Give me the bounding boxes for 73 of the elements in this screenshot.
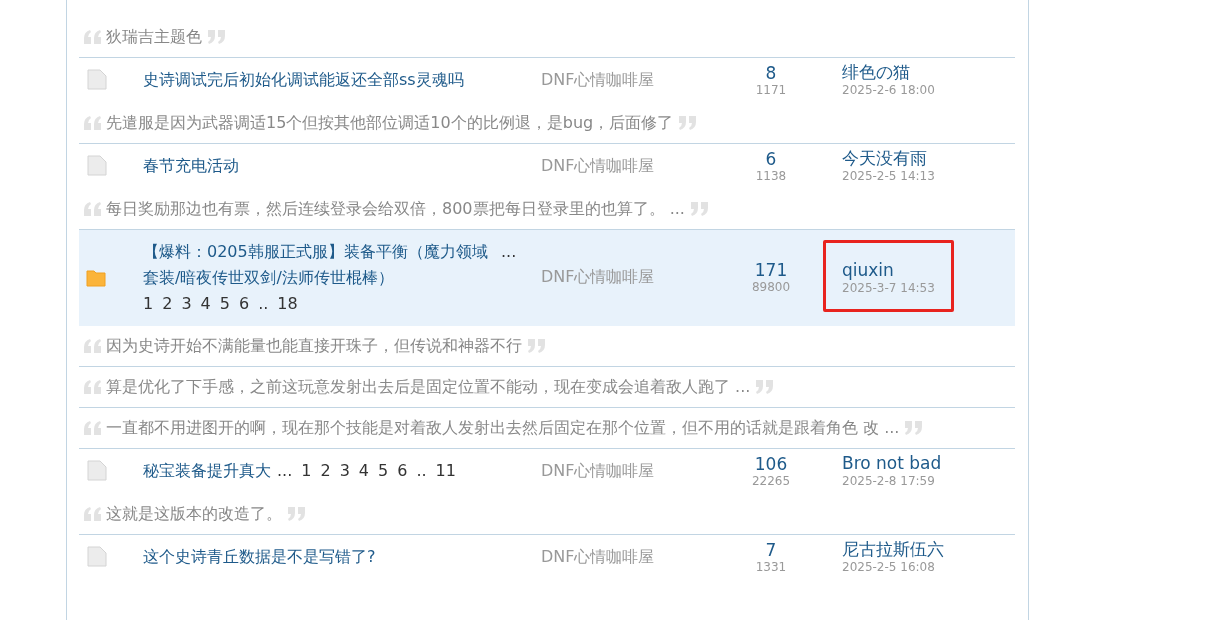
forum-name: DNF心情咖啡屋 [541, 546, 656, 568]
last-poster-link[interactable]: 尼古拉斯伍六 [842, 539, 944, 559]
document-icon [86, 460, 108, 482]
page-link[interactable]: 6 [397, 458, 408, 484]
quote-close-icon [688, 202, 709, 216]
forum-name: DNF心情咖啡屋 [541, 267, 656, 288]
last-post-time: 2025-2-6 18:00 [842, 82, 935, 98]
last-post-time: 2025-2-8 17:59 [842, 473, 936, 489]
quote-open-icon [83, 202, 103, 216]
reply-count: 106 [754, 454, 788, 474]
quote-open-icon [83, 380, 103, 394]
page-link[interactable]: 6 [238, 290, 250, 317]
quote-open-icon [83, 116, 103, 130]
page-link[interactable]: ... [277, 458, 293, 484]
reply-excerpt: 先遣服是因为武器调适15个但按其他部位调适10个的比例退，是bug，后面修了 [106, 112, 674, 134]
reply-excerpt: 算是优化了下手感，之前这玩意发射出去后是固定位置不能动，现在变成会追着敌人跑了 ... [106, 376, 751, 398]
page-link[interactable]: 3 [339, 458, 350, 484]
page-link[interactable]: 11 [435, 458, 456, 484]
reply-excerpt: 每日奖励那边也有票，然后连续登录会给双倍，800票把每日登录里的也算了。 ... [106, 198, 685, 220]
view-count: 1331 [755, 559, 787, 574]
page-link[interactable]: 5 [219, 290, 230, 317]
last-post-time: 2025-2-5 14:13 [842, 168, 935, 184]
reply-count: 6 [765, 149, 777, 169]
view-count: 1171 [755, 82, 787, 97]
page-link[interactable]: 4 [358, 458, 369, 484]
quote-open-icon [83, 30, 103, 44]
page-link[interactable]: 5 [378, 458, 389, 484]
thread-title-link[interactable]: 这个史诗青丘数据是不是写错了? [143, 544, 376, 570]
page-link[interactable]: .. [416, 458, 427, 484]
quote-close-icon [754, 380, 775, 394]
quote-open-icon [83, 421, 103, 435]
quote-close-icon [677, 116, 698, 130]
reply-excerpt: 这就是这版本的改造了。 [106, 503, 282, 525]
reply-excerpt: 因为史诗开始不满能量也能直接开珠子，但传说和神器不行 [106, 335, 522, 357]
reply-excerpt: 狄瑞吉主题色 [106, 26, 202, 48]
quote-open-icon [83, 339, 103, 353]
page-link[interactable]: .. [258, 290, 269, 317]
page-link[interactable]: 18 [277, 290, 298, 317]
view-count: 89800 [751, 280, 791, 294]
last-post-time: 2025-3-7 14:53 [842, 280, 935, 296]
reply-excerpt: 一直都不用进图开的啊，现在那个技能是对着敌人发射出去然后固定在那个位置，但不用的话就是跟着角色 改 ... [106, 417, 900, 439]
last-post-time: 2025-2-5 16:08 [842, 559, 936, 575]
page-link[interactable]: 4 [200, 290, 211, 317]
document-icon [86, 69, 108, 91]
last-poster-link[interactable]: 绯色の猫 [842, 62, 935, 82]
reply-count: 8 [765, 63, 777, 83]
view-count: 1138 [755, 168, 787, 183]
forum-name: DNF心情咖啡屋 [541, 69, 656, 91]
quote-close-icon [206, 30, 226, 44]
page-link[interactable]: 2 [162, 290, 173, 317]
page-link[interactable]: 2 [320, 458, 331, 484]
reply-count: 171 [754, 261, 788, 280]
last-poster-link[interactable]: Bro not bad [842, 453, 942, 473]
thread-title-link[interactable]: 春节充电活动 [143, 153, 239, 179]
last-poster-link[interactable]: qiuxin [842, 259, 935, 280]
page-link[interactable]: 1 [301, 458, 312, 484]
page-link[interactable]: 1 [143, 290, 154, 317]
quote-open-icon [83, 507, 103, 521]
page-link[interactable]: ... [501, 238, 517, 265]
forum-name: DNF心情咖啡屋 [541, 155, 656, 177]
thread-title-link[interactable]: 史诗调试完后初始化调试能返还全部ss灵魂吗 [143, 67, 464, 93]
quote-close-icon [526, 339, 546, 353]
view-count: 22265 [751, 473, 791, 488]
quote-close-icon [286, 507, 306, 521]
thread-title-link[interactable]: 秘宝装备提升真大 [143, 458, 271, 484]
thread-title-link[interactable]: 【爆料：0205韩服正式服】装备平衡（魔力领域套装/暗夜传世双剑/法师传世棍棒） [143, 238, 495, 291]
reply-count: 7 [765, 540, 777, 560]
last-poster-link[interactable]: 今天没有雨 [842, 148, 935, 168]
forum-name: DNF心情咖啡屋 [541, 460, 656, 482]
quote-close-icon [903, 421, 924, 435]
page-link[interactable]: 3 [181, 290, 192, 317]
document-icon [86, 546, 108, 568]
document-icon [86, 155, 108, 177]
